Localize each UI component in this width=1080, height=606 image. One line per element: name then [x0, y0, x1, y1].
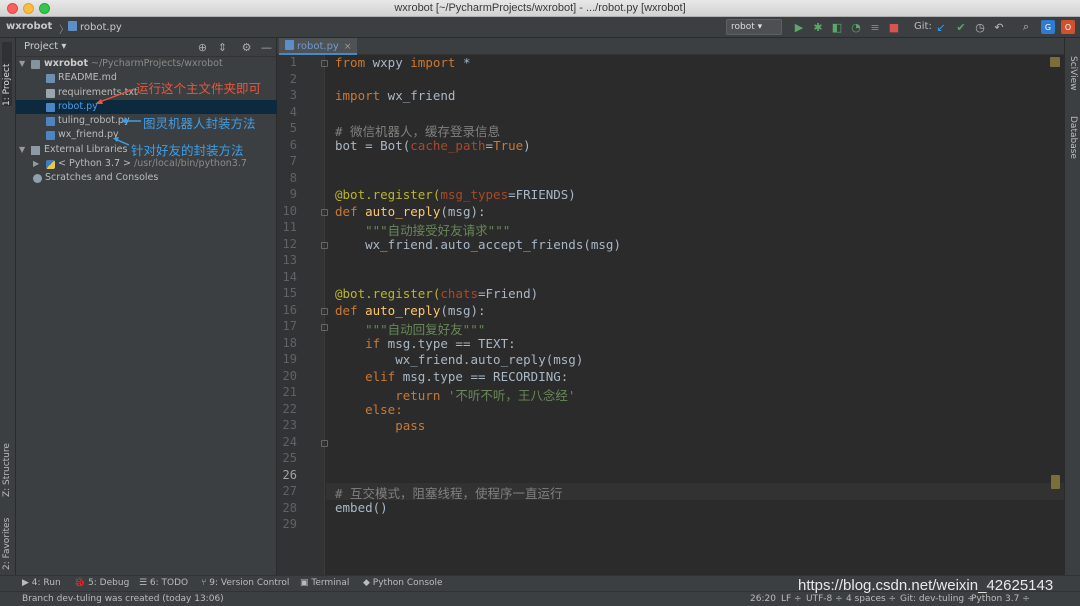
arrowhead-friend	[113, 137, 119, 142]
line-number[interactable]: 12	[277, 237, 297, 251]
inspection-marker[interactable]	[1050, 57, 1060, 67]
line-number[interactable]: 10	[277, 204, 297, 218]
arrowhead-robot	[95, 99, 103, 104]
line-number[interactable]: 11	[277, 220, 297, 234]
editor-tab-label: robot.py	[297, 41, 339, 52]
arrow-robot	[96, 88, 135, 104]
line-number[interactable]: 16	[277, 303, 297, 317]
code-line-18: if msg.type == TEXT:	[335, 335, 516, 351]
run-tool-button[interactable]: ▶ 4: Run	[22, 578, 61, 588]
line-number[interactable]: 29	[277, 517, 297, 531]
version-control-tool-button[interactable]: ⑂ 9: Version Control	[201, 578, 289, 588]
line-number[interactable]: 7	[277, 154, 297, 168]
line-number[interactable]: 15	[277, 286, 297, 300]
line-number[interactable]: 9	[277, 187, 297, 201]
line-number[interactable]: 19	[277, 352, 297, 366]
code-line-12: wx_friend.auto_accept_friends(msg)	[335, 236, 621, 252]
line-number[interactable]: 26	[277, 468, 297, 482]
line-number[interactable]: 21	[277, 385, 297, 399]
debug-tool-button[interactable]: 🐞 5: Debug	[74, 578, 129, 588]
line-number[interactable]: 27	[277, 484, 297, 498]
code-line-1: from wxpy import *	[335, 55, 471, 70]
line-number[interactable]: 3	[277, 88, 297, 102]
line-number[interactable]: 23	[277, 418, 297, 432]
code-area[interactable]: from wxpy import * import wx_friend # 微信…	[326, 55, 1064, 575]
code-line-23: pass	[335, 418, 426, 433]
watermark: https://blog.csdn.net/weixin_42625143	[798, 577, 1054, 594]
line-number[interactable]: 17	[277, 319, 297, 333]
line-number[interactable]: 5	[277, 121, 297, 135]
line-number[interactable]: 28	[277, 501, 297, 515]
code-line-16: def auto_reply(msg):	[335, 302, 486, 318]
line-number[interactable]: 14	[277, 270, 297, 284]
todo-tool-button[interactable]: ☰ 6: TODO	[139, 578, 188, 588]
indent-select[interactable]: 4 spaces ÷	[846, 594, 896, 604]
editor-tab-robot[interactable]: robot.py ×	[279, 38, 358, 55]
code-editor: robot.py × 1 2 3 4 5 6 7 8 9 10 11 12 13 14 15 16 17 18 19 2…	[277, 38, 1064, 575]
code-line-3: import wx_friend	[335, 88, 456, 103]
line-number[interactable]: 1	[277, 55, 297, 69]
line-number[interactable]: 25	[277, 451, 297, 465]
line-number[interactable]: 4	[277, 105, 297, 119]
line-number[interactable]: 8	[277, 171, 297, 185]
code-line-15: @bot.register(chats=Friend)	[335, 286, 539, 301]
line-number[interactable]: 6	[277, 138, 297, 152]
python-file-icon	[285, 40, 294, 50]
editor-tab-bar: robot.py ×	[277, 38, 1064, 55]
code-line-20: elif msg.type == RECORDING:	[335, 368, 569, 384]
code-line-6: bot = Bot(cache_path=True)	[335, 137, 531, 153]
caret-position[interactable]: 26:20	[750, 594, 776, 604]
python-console-tool-button[interactable]: ◆ Python Console	[363, 578, 443, 588]
line-number[interactable]: 24	[277, 435, 297, 449]
code-line-9: @bot.register(msg_types=FRIENDS)	[335, 187, 576, 202]
annotation-robot: 运行这个主文件夹即可	[136, 81, 262, 96]
git-branch-select[interactable]: Git: dev-tuling ÷	[900, 594, 975, 604]
close-tab-icon[interactable]: ×	[344, 42, 352, 52]
annotation-friend: 针对好友的封装方法	[131, 143, 244, 158]
status-message[interactable]: Branch dev-tuling was created (today 13:…	[22, 594, 224, 604]
scrollbar-thumb[interactable]	[1051, 475, 1060, 489]
line-number[interactable]: 22	[277, 402, 297, 416]
code-line-19: wx_friend.auto_reply(msg)	[335, 352, 584, 367]
code-line-10: def auto_reply(msg):	[335, 203, 486, 219]
arrowhead-tuling	[121, 118, 127, 124]
code-line-27: embed()	[335, 500, 388, 515]
terminal-tool-button[interactable]: ▣ Terminal	[300, 578, 349, 588]
line-number[interactable]: 20	[277, 369, 297, 383]
line-number-gutter: 1 2 3 4 5 6 7 8 9 10 11 12 13 14 15 16 17 18 19 20 21 22 23 24 2…	[277, 55, 328, 575]
annotation-tuling: 图灵机器人封装方法	[143, 116, 256, 131]
line-number[interactable]: 2	[277, 72, 297, 86]
line-number[interactable]: 13	[277, 253, 297, 267]
line-separator-select[interactable]: LF ÷	[781, 594, 802, 604]
code-line-22: else:	[335, 401, 403, 417]
line-number[interactable]: 18	[277, 336, 297, 350]
interpreter-select[interactable]: Python 3.7 ÷	[971, 594, 1030, 604]
encoding-select[interactable]: UTF-8 ÷	[806, 594, 843, 604]
